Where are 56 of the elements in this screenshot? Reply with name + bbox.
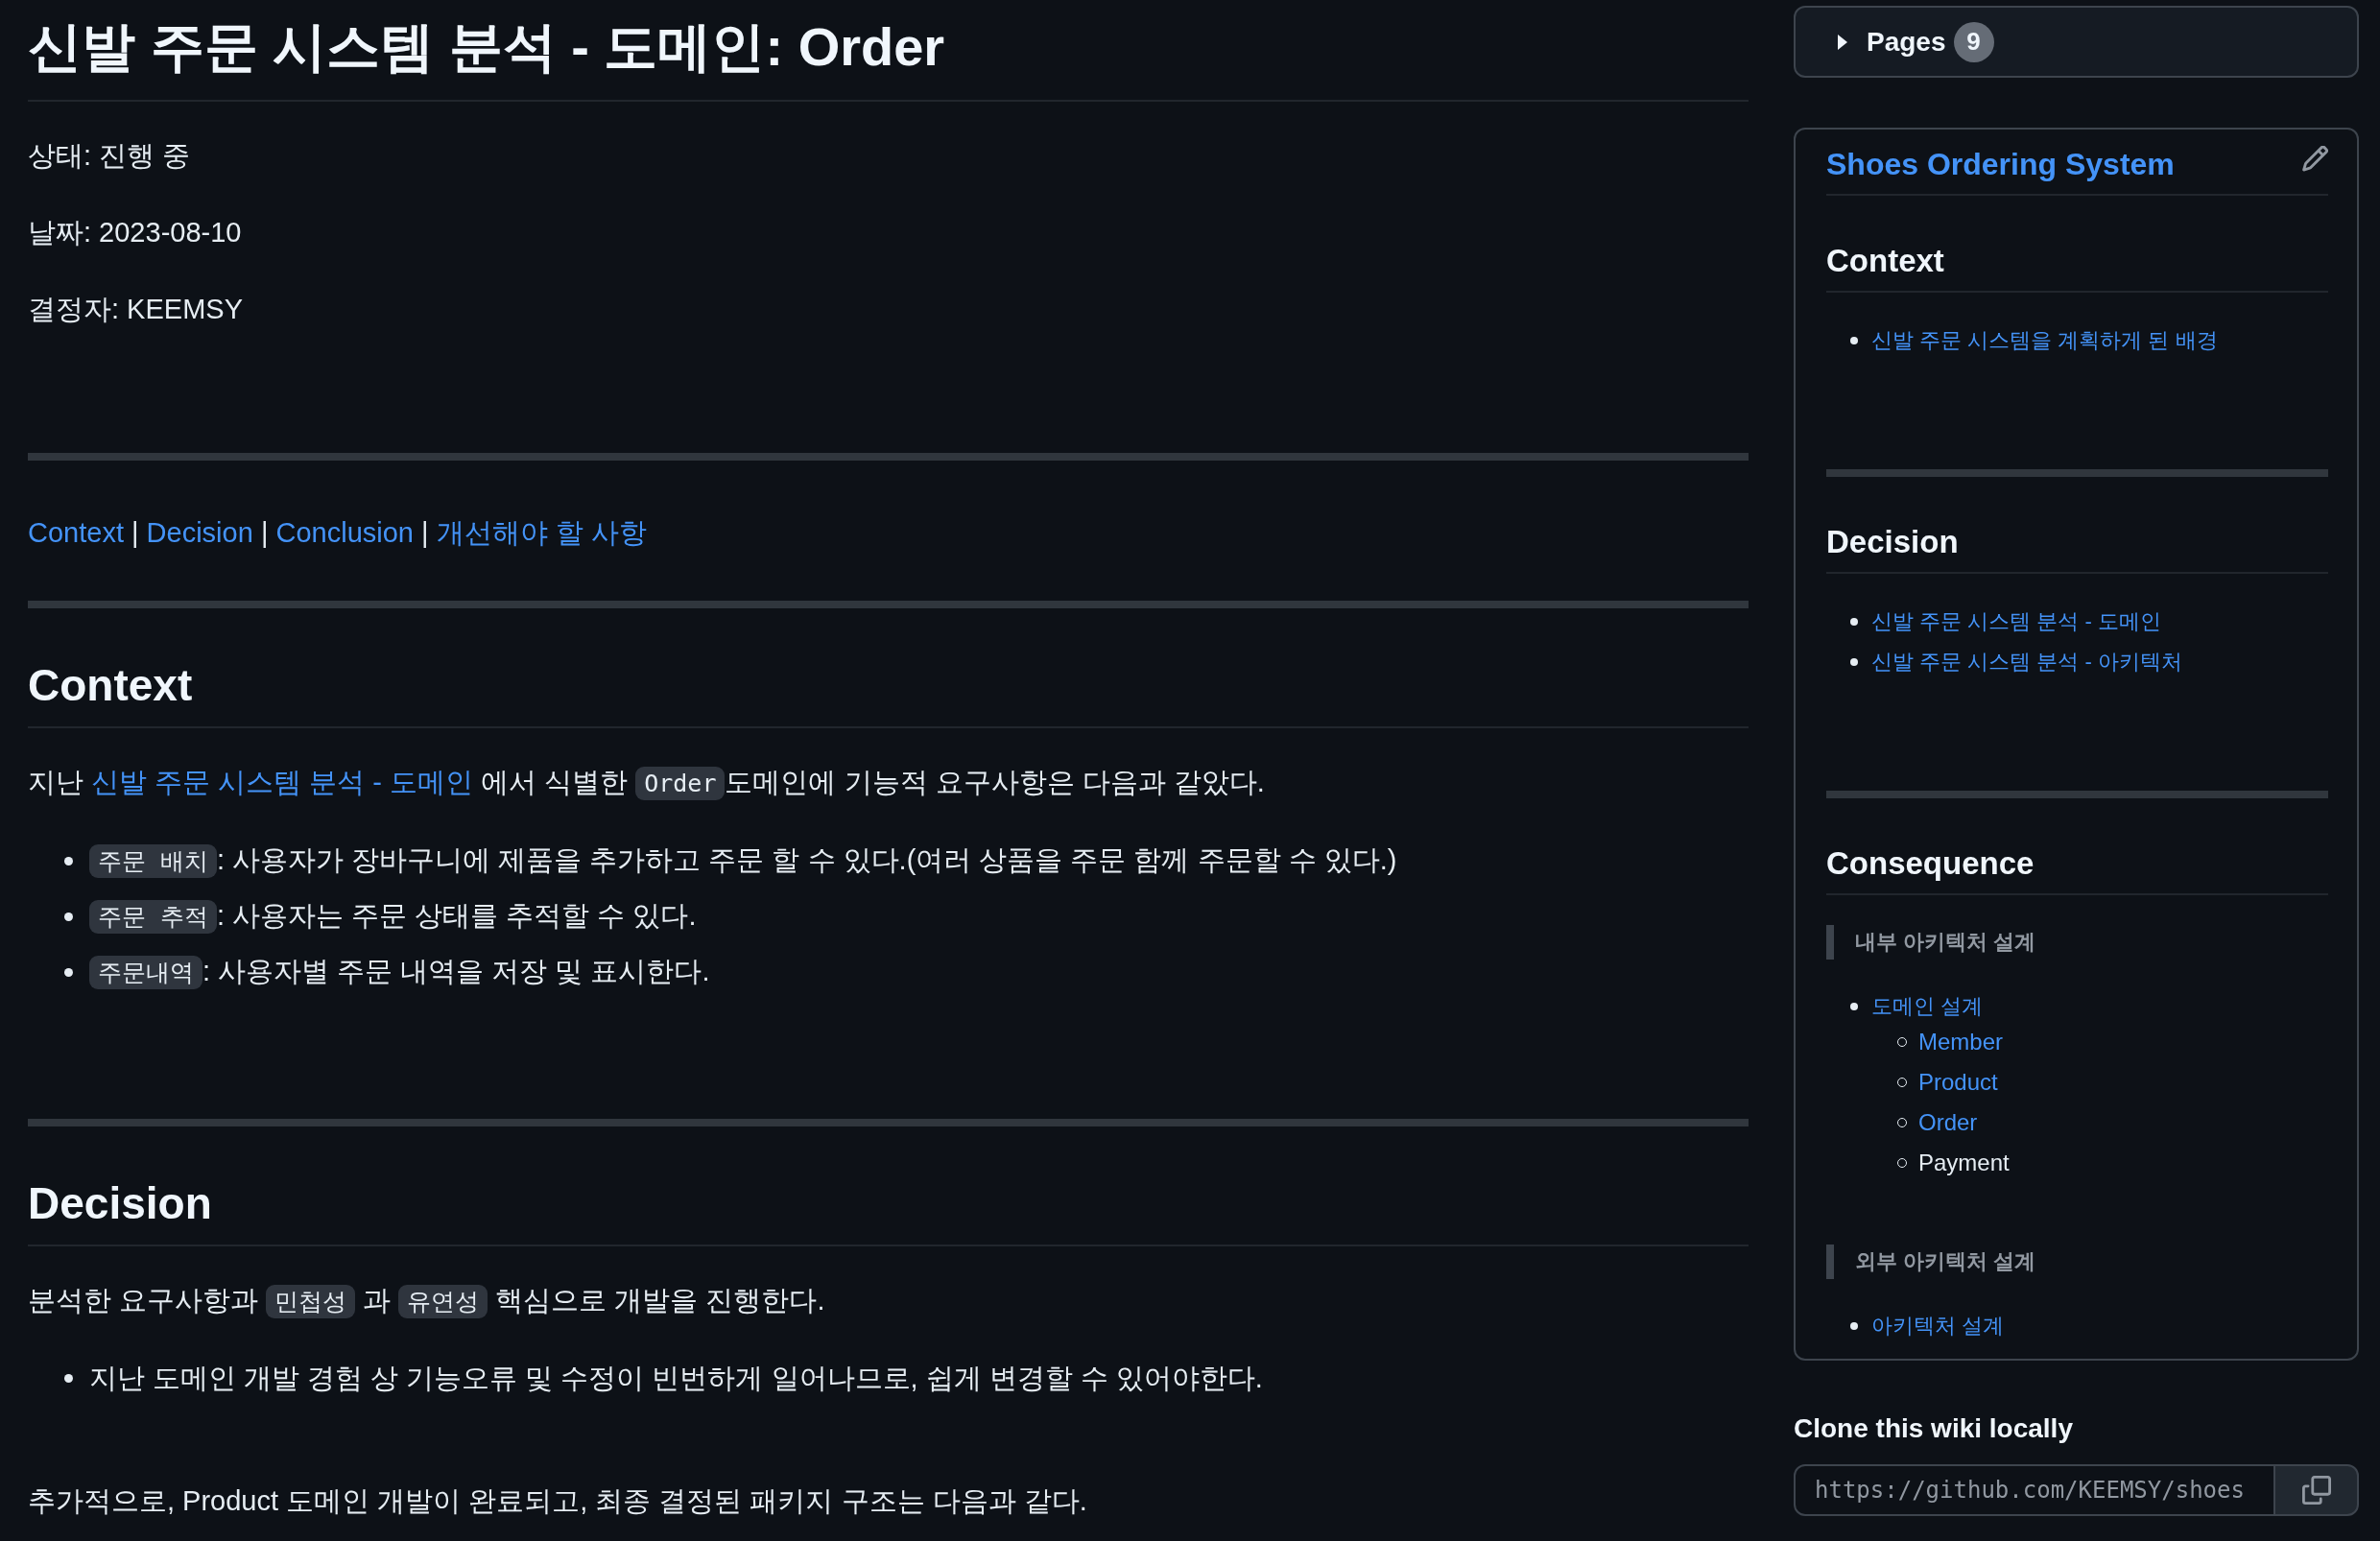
- metadata-text: 날짜: 2023-08-10: [28, 216, 243, 249]
- bullet-icon: [1850, 1322, 1858, 1330]
- paragraph: 분석한 요구사항과 민첩성 과 유연성 핵심으로 개발을 진행한다.: [28, 1277, 1749, 1325]
- bullet-icon: [1850, 337, 1858, 344]
- blockquote: 외부 아키텍처 설계: [1826, 1245, 2328, 1279]
- metadata-text: 결정자: KEEMSY: [28, 293, 244, 326]
- pencil-icon[interactable]: [2302, 146, 2328, 172]
- copy-icon: [2301, 1476, 2331, 1505]
- page-count-badge: 9: [1953, 21, 1994, 62]
- pages-toggle[interactable]: Pages 9: [1794, 6, 2359, 78]
- bullet-icon: [64, 856, 73, 865]
- section-heading: Decision: [28, 1175, 1749, 1246]
- text-link[interactable]: Conclusion: [275, 517, 414, 548]
- text-link[interactable]: Context: [28, 517, 124, 548]
- section-heading: Context: [28, 657, 1749, 728]
- page-link[interactable]: 도메인 설계: [1871, 989, 1984, 1024]
- list-item-text: 주문내역 : 사용자별 주문 내역을 저장 및 표시한다.: [89, 948, 710, 996]
- page-link[interactable]: 신발 주문 시스템 분석 - 도메인: [1871, 605, 2161, 639]
- bullet-icon: [64, 967, 73, 977]
- page-title: 신발 주문 시스템 분석 - 도메인: Order: [28, 12, 1749, 102]
- inline-code: 민첩성: [266, 1285, 356, 1318]
- sidebar-heading: Decision: [1826, 522, 2328, 574]
- metadata-text: 상태: 진행 중: [28, 139, 192, 173]
- blockquote: 내부 아키텍처 설계: [1826, 925, 2328, 960]
- bullet-icon: [64, 1373, 73, 1383]
- list-item-text: 지난 도메인 개발 경험 상 기능오류 및 수정이 빈번하게 일어나므로, 쉽게 변경할 수 있어야한다.: [89, 1362, 1263, 1395]
- sidebar-heading: Context: [1826, 241, 2328, 293]
- inline-code: Order: [635, 767, 726, 800]
- text-link[interactable]: Decision: [146, 517, 253, 548]
- copy-button[interactable]: [2274, 1464, 2359, 1516]
- list-item-text: 주문 배치 : 사용자가 장바구니에 제품을 추가하고 주문 할 수 있다.(여러 상품을 주문 함께 주문할 수 있다.): [89, 837, 1397, 885]
- sidebar-heading: Consequence: [1826, 843, 2328, 895]
- page-link[interactable]: 신발 주문 시스템을 계획하게 된 배경: [1871, 323, 2218, 358]
- page-link[interactable]: Order: [1918, 1105, 1978, 1140]
- page-link[interactable]: Product: [1918, 1065, 1998, 1100]
- paragraph: 지난 신발 주문 시스템 분석 - 도메인 에서 식별한 Order 도메인에 기능적 요구사항은 다음과 같았다.: [28, 759, 1749, 807]
- page-link[interactable]: 신발 주문 시스템 분석 - 아키텍처: [1871, 645, 2182, 679]
- inline-code: 유연성: [398, 1285, 488, 1318]
- contents-line: Context | Decision | Conclusion | 개선해야 할 사항: [28, 516, 648, 550]
- list-item-text: Payment: [1918, 1149, 2010, 1177]
- paragraph: 추가적으로, Product 도메인 개발이 완료되고, 최종 결정된 패키지 구조는 다음과 같다.: [28, 1484, 1088, 1518]
- inline-code: 주문 추적: [89, 900, 218, 934]
- list-item-text: 주문 추적 : 사용자는 주문 상태를 추적할 수 있다.: [89, 892, 697, 940]
- clone-heading: Clone this wiki locally: [1794, 1412, 2074, 1445]
- page-link[interactable]: 아키텍처 설계: [1871, 1309, 2005, 1343]
- text-link[interactable]: 개선해야 할 사항: [436, 517, 647, 548]
- wiki-title-link[interactable]: Shoes Ordering System: [1826, 145, 2175, 183]
- bullet-icon: [1850, 1003, 1858, 1010]
- clone-url-field[interactable]: https://github.com/KEEMSY/shoes: [1794, 1464, 2274, 1516]
- bullet-icon: [64, 912, 73, 921]
- page-link[interactable]: Member: [1918, 1025, 2004, 1059]
- inline-code: 주문내역: [89, 956, 202, 989]
- text-link[interactable]: 신발 주문 시스템 분석 - 도메인: [91, 767, 473, 797]
- inline-code: 주문 배치: [89, 844, 218, 878]
- bullet-icon: [1850, 658, 1858, 666]
- bullet-icon: [1850, 618, 1858, 626]
